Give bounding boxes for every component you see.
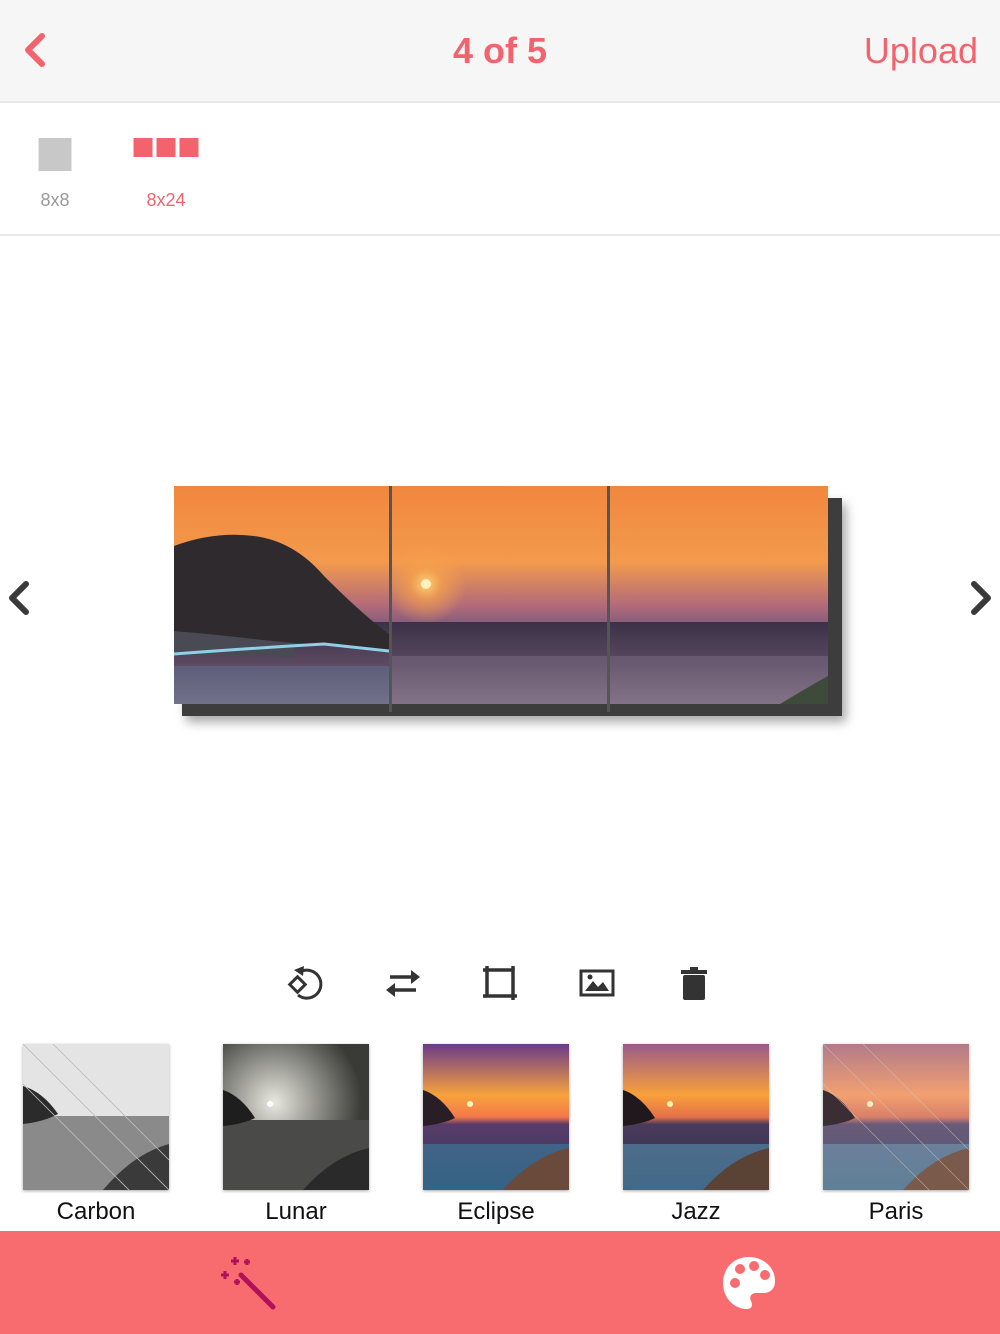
delete-button[interactable] bbox=[673, 962, 715, 1004]
filter-thumbnail bbox=[623, 1044, 769, 1190]
filter-lunar[interactable]: Lunar bbox=[223, 1044, 369, 1226]
panel-divider bbox=[607, 486, 610, 712]
canvas-panel-1 bbox=[174, 486, 389, 704]
rotate-button[interactable] bbox=[284, 962, 326, 1004]
filter-thumbnail bbox=[423, 1044, 569, 1190]
trash-icon bbox=[681, 967, 707, 1000]
filter-carbon[interactable]: Carbon bbox=[23, 1044, 169, 1226]
square-size-icon bbox=[38, 138, 72, 171]
panel-divider bbox=[389, 486, 392, 712]
previous-photo-button[interactable] bbox=[0, 568, 40, 628]
canvas-panel-3 bbox=[610, 486, 828, 704]
chevron-left-icon bbox=[9, 581, 29, 615]
palette-icon bbox=[723, 1257, 775, 1309]
filter-thumbnail bbox=[223, 1044, 369, 1190]
triptych-size-icon bbox=[133, 138, 199, 157]
filter-thumbnail bbox=[823, 1044, 969, 1190]
flip-icon bbox=[386, 970, 420, 997]
canvas-panel-2 bbox=[392, 486, 607, 704]
filter-thumbnail bbox=[23, 1044, 169, 1190]
filter-paris[interactable]: Paris bbox=[823, 1044, 969, 1226]
page-title: 4 of 5 bbox=[452, 30, 548, 71]
filter-label: Lunar bbox=[265, 1198, 327, 1225]
filter-label: Jazz bbox=[671, 1198, 721, 1225]
replace-image-button[interactable] bbox=[576, 962, 618, 1004]
size-selector: 8x8 8x24 bbox=[0, 104, 1000, 236]
flip-button[interactable] bbox=[382, 962, 424, 1004]
image-icon bbox=[579, 969, 615, 997]
filter-eclipse[interactable]: Eclipse bbox=[423, 1044, 569, 1226]
edit-toolbar bbox=[0, 958, 1000, 1008]
triptych-canvas[interactable] bbox=[174, 486, 844, 718]
size-option-8x8[interactable]: 8x8 bbox=[20, 104, 90, 234]
filter-label: Carbon bbox=[56, 1198, 136, 1225]
size-option-8x24[interactable]: 8x24 bbox=[124, 104, 208, 234]
filters-tab[interactable] bbox=[219, 1253, 279, 1313]
filter-strip: Carbon Lunar Eclipse Jazz Paris bbox=[0, 1044, 1000, 1230]
size-label: 8x8 bbox=[40, 190, 70, 210]
color-tab[interactable] bbox=[719, 1253, 779, 1313]
filter-label: Paris bbox=[868, 1198, 924, 1225]
chevron-right-icon bbox=[971, 581, 991, 615]
filter-label: Eclipse bbox=[457, 1198, 535, 1225]
magic-wand-icon bbox=[221, 1257, 276, 1310]
bottom-tab-bar bbox=[0, 1231, 1000, 1334]
crop-icon bbox=[483, 966, 517, 1000]
crop-button[interactable] bbox=[479, 962, 521, 1004]
canvas-preview bbox=[0, 238, 1000, 958]
upload-button[interactable]: Upload bbox=[864, 30, 978, 72]
rotate-icon bbox=[287, 966, 323, 1000]
top-nav-bar: 4 of 5 Upload bbox=[0, 0, 1000, 103]
size-label: 8x24 bbox=[146, 190, 186, 210]
next-photo-button[interactable] bbox=[960, 568, 1000, 628]
filter-jazz[interactable]: Jazz bbox=[623, 1044, 769, 1226]
